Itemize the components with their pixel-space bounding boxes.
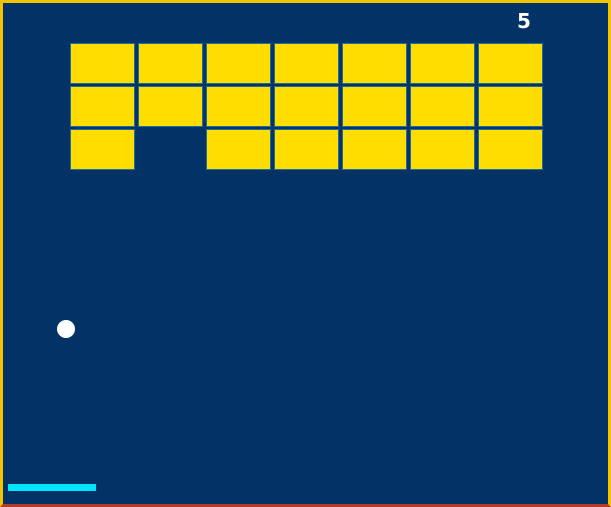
paddle[interactable] bbox=[8, 484, 96, 491]
brick-r2-c1 bbox=[70, 86, 135, 127]
brick-r2-c2 bbox=[138, 86, 203, 127]
brick-r1-c7 bbox=[478, 43, 543, 84]
brick-r2-c5 bbox=[342, 86, 407, 127]
brick-r1-c2 bbox=[138, 43, 203, 84]
brick-r2-c4 bbox=[274, 86, 339, 127]
brick-r2-c3 bbox=[206, 86, 271, 127]
brick-r3-c5 bbox=[342, 129, 407, 170]
brick-r3-c3 bbox=[206, 129, 271, 170]
brick-r1-c5 bbox=[342, 43, 407, 84]
brick-r1-c3 bbox=[206, 43, 271, 84]
brick-r3-c1 bbox=[70, 129, 135, 170]
brick-r1-c6 bbox=[410, 43, 475, 84]
brick-r3-c7 bbox=[478, 129, 543, 170]
ball bbox=[57, 320, 75, 338]
score-counter: 5 bbox=[517, 9, 531, 33]
brick-r1-c1 bbox=[70, 43, 135, 84]
game-canvas[interactable]: 5 bbox=[0, 0, 611, 507]
brick-r1-c4 bbox=[274, 43, 339, 84]
brick-r3-c4 bbox=[274, 129, 339, 170]
brick-r3-c6 bbox=[410, 129, 475, 170]
brick-r2-c6 bbox=[410, 86, 475, 127]
brick-r2-c7 bbox=[478, 86, 543, 127]
